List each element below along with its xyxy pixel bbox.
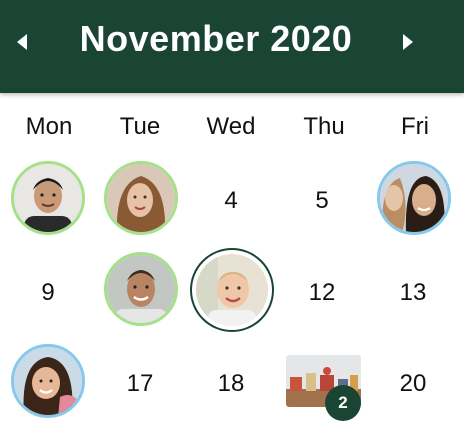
day-18[interactable]: 18 <box>185 370 277 398</box>
day-17[interactable]: 17 <box>94 370 186 398</box>
weekday-mon: Mon <box>25 113 73 140</box>
weekday-tue: Tue <box>119 113 161 140</box>
selected-day-avatar[interactable] <box>190 248 274 332</box>
calendar-header: November 2020 <box>0 0 464 93</box>
day-4[interactable]: 4 <box>185 187 277 215</box>
day-20[interactable]: 20 <box>367 370 459 398</box>
day-photo-avatar <box>196 254 268 326</box>
photo-count-badge: 2 <box>325 385 361 421</box>
weekday-wed: Wed <box>206 113 256 140</box>
weekday-fri: Fri <box>401 113 429 140</box>
month-title: November 2020 <box>79 18 353 59</box>
chevron-right-icon[interactable] <box>396 30 420 54</box>
day-13[interactable]: 13 <box>367 279 459 307</box>
day-photo-avatar[interactable] <box>104 252 178 326</box>
weekday-thu: Thu <box>303 113 345 140</box>
day-9[interactable]: 9 <box>2 279 94 307</box>
day-5[interactable]: 5 <box>276 187 368 215</box>
day-photo-avatar[interactable] <box>11 344 85 418</box>
day-photo-avatar[interactable] <box>104 161 178 235</box>
day-photo-avatar[interactable] <box>377 161 451 235</box>
day-photo-avatar[interactable] <box>11 161 85 235</box>
day-12[interactable]: 12 <box>276 279 368 307</box>
